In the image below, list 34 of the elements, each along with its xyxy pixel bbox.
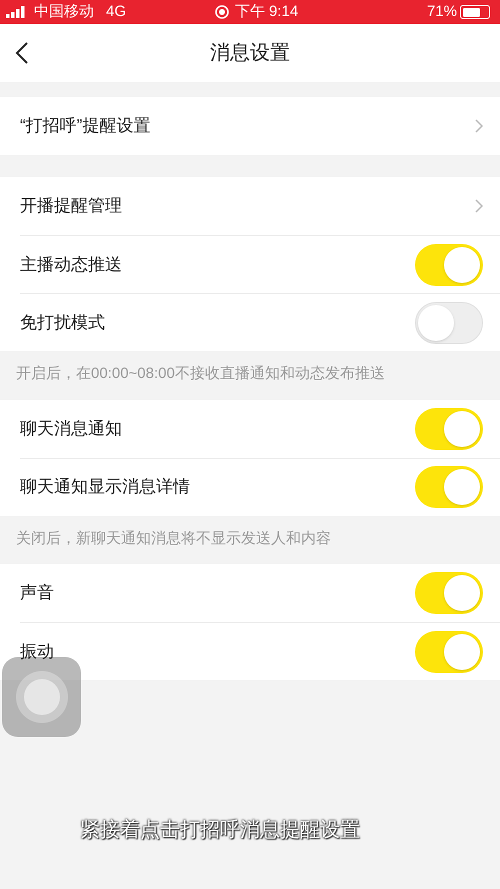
- toggle-switch[interactable]: [415, 408, 483, 450]
- back-icon[interactable]: [15, 41, 29, 65]
- toggle-switch[interactable]: [415, 572, 483, 614]
- chevron-right-icon: [475, 199, 483, 213]
- toggle-switch[interactable]: [415, 244, 483, 286]
- settings-row[interactable]: 主播动态推送: [20, 235, 500, 293]
- chevron-right-icon: [475, 119, 483, 133]
- battery-icon: [460, 5, 490, 19]
- clock: 下午 9:14: [234, 2, 298, 22]
- row-label: 聊天通知显示消息详情: [20, 476, 191, 498]
- page-title: 消息设置: [210, 41, 290, 66]
- settings-row[interactable]: 免打扰模式: [20, 293, 500, 351]
- settings-row[interactable]: 聊天消息通知: [20, 400, 500, 458]
- battery-percent: 71%: [426, 2, 457, 22]
- row-label: 免打扰模式: [20, 312, 106, 334]
- section-note: 关闭后，新聊天通知消息将不显示发送人和内容: [15, 528, 332, 548]
- section-note: 开启后，在00:00~08:00不接收直播通知和动态发布推送: [15, 364, 386, 384]
- settings-row[interactable]: 声音: [20, 564, 500, 622]
- toggle-switch[interactable]: [415, 630, 483, 672]
- settings-row[interactable]: 聊天通知显示消息详情: [20, 458, 500, 516]
- row-label: 开播提醒管理: [20, 195, 123, 218]
- row-label: “打招呼”提醒设置: [20, 115, 152, 138]
- carrier-name: 中国移动: [34, 2, 94, 22]
- row-label: 振动: [20, 640, 55, 663]
- row-label: 声音: [20, 582, 55, 604]
- settings-row[interactable]: 振动: [20, 622, 500, 680]
- network-type: 4G: [106, 2, 126, 22]
- toggle-switch[interactable]: [415, 466, 483, 508]
- row-label: 聊天消息通知: [20, 418, 123, 440]
- toggle-switch[interactable]: [415, 302, 483, 344]
- row-label: 主播动态推送: [20, 254, 123, 276]
- video-caption: 紧接着点击打招呼消息提醒设置: [80, 817, 360, 843]
- settings-row[interactable]: 开播提醒管理: [20, 177, 500, 235]
- record-icon: [214, 5, 229, 19]
